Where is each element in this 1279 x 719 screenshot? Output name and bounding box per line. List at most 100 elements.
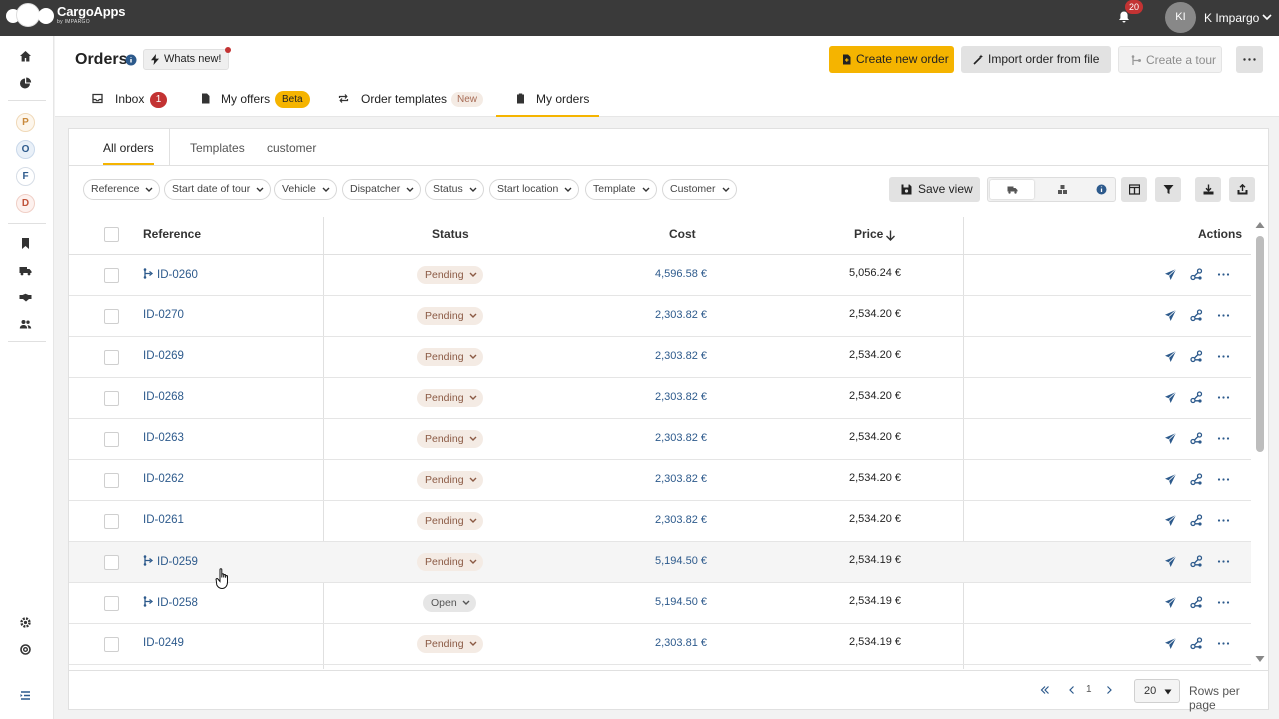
table-row[interactable]: ID-0249 Pending 2,303.81 € 2,534.19 € [69,624,1251,665]
table-row[interactable]: ID-0262 Pending 2,303.82 € 2,534.20 € [69,460,1251,501]
status-dropdown[interactable]: Pending [417,389,483,407]
ellipsis-icon[interactable] [1217,391,1230,404]
cargoapps-logo[interactable] [6,3,54,27]
info-view-button[interactable] [1090,180,1114,199]
pie-chart-icon[interactable] [19,77,32,90]
share-icon[interactable] [1190,555,1203,568]
filter-button[interactable] [1155,177,1181,202]
handshake-icon[interactable] [19,291,32,304]
share-icon[interactable] [1190,637,1203,650]
status-dropdown[interactable]: Pending [417,430,483,448]
share-icon[interactable] [1190,596,1203,609]
chevron-down-icon[interactable] [1262,12,1272,22]
status-dropdown[interactable]: Open [423,594,476,612]
sort-descending-icon[interactable] [885,230,896,241]
filter-status[interactable]: Status [425,179,484,200]
table-row[interactable]: ID-0261 Pending 2,303.82 € 2,534.20 € [69,501,1251,542]
rows-per-page-select[interactable]: 20 [1134,679,1180,703]
cost-link[interactable]: 5,194.50 € [655,555,707,567]
row-checkbox[interactable] [104,514,119,529]
send-icon[interactable] [1164,432,1177,445]
table-row[interactable]: ID-0269 Pending 2,303.82 € 2,534.20 € [69,337,1251,378]
filter-start-date[interactable]: Start date of tour [164,179,272,200]
current-page[interactable]: 1 [1086,684,1092,695]
sidebar-item-f[interactable]: F [16,167,35,186]
gear-icon[interactable] [19,616,32,629]
next-page-icon[interactable] [1104,685,1114,695]
row-checkbox[interactable] [104,268,119,283]
ellipsis-icon[interactable] [1217,637,1230,650]
status-dropdown[interactable]: Pending [417,553,483,571]
order-reference-link[interactable]: ID-0260 [143,268,198,281]
filter-start-location[interactable]: Start location [489,179,580,200]
tab-my-offers[interactable]: My offers Beta [200,88,315,117]
sidebar-item-d[interactable]: D [16,194,35,213]
filter-template[interactable]: Template [585,179,657,200]
row-checkbox[interactable] [104,391,119,406]
tab-order-templates[interactable]: Order templates New [338,88,488,117]
ellipsis-icon[interactable] [1217,309,1230,322]
status-dropdown[interactable]: Pending [417,635,483,653]
table-row[interactable]: ID-0268 Pending 2,303.82 € 2,534.20 € [69,378,1251,419]
users-icon[interactable] [19,318,32,331]
column-price[interactable]: Price [854,217,883,254]
order-reference-link[interactable]: ID-0261 [143,514,184,526]
cost-link[interactable]: 2,303.82 € [655,432,707,444]
import-order-button[interactable]: Import order from file [961,46,1111,73]
share-icon[interactable] [1190,514,1203,527]
ellipsis-icon[interactable] [1217,555,1230,568]
send-icon[interactable] [1164,391,1177,404]
share-icon[interactable] [1190,391,1203,404]
table-row[interactable]: ID-0260 Pending 4,596.58 € 5,056.24 € [69,255,1251,296]
row-checkbox[interactable] [104,432,119,447]
column-status[interactable]: Status [432,217,469,254]
subtab-templates[interactable]: Templates [190,129,245,165]
first-page-icon[interactable] [1040,685,1050,695]
order-reference-link[interactable]: ID-0268 [143,391,184,403]
filter-reference[interactable]: Reference [83,179,161,200]
support-icon[interactable] [19,643,32,656]
send-icon[interactable] [1164,637,1177,650]
send-icon[interactable] [1164,514,1177,527]
status-dropdown[interactable]: Pending [417,266,483,284]
cost-link[interactable]: 5,194.50 € [655,596,707,608]
tab-inbox[interactable]: Inbox 1 [92,88,172,117]
cost-link[interactable]: 2,303.82 € [655,473,707,485]
row-checkbox[interactable] [104,637,119,652]
sidebar-item-o[interactable]: O [16,140,35,159]
collapse-sidebar-icon[interactable] [19,689,32,702]
row-checkbox[interactable] [104,596,119,611]
column-reference[interactable]: Reference [143,217,201,254]
scroll-up-icon[interactable] [1255,221,1265,229]
send-icon[interactable] [1164,596,1177,609]
row-checkbox[interactable] [104,473,119,488]
upload-button[interactable] [1229,177,1255,202]
table-row[interactable]: ID-0259 Pending 5,194.50 € 2,534.19 € [69,542,1251,583]
table-row[interactable]: ID-0263 Pending 2,303.82 € 2,534.20 € [69,419,1251,460]
subtab-customer[interactable]: customer [267,129,316,165]
save-view-button[interactable]: Save view [889,177,980,202]
order-reference-link[interactable]: ID-0263 [143,432,184,444]
order-reference-link[interactable]: ID-0258 [143,596,198,609]
order-reference-link[interactable]: ID-0270 [143,309,184,321]
ellipsis-icon[interactable] [1217,350,1230,363]
truck-icon[interactable] [19,264,32,277]
order-reference-link[interactable]: ID-0269 [143,350,184,362]
scroll-down-icon[interactable] [1255,655,1265,663]
truck-view-button[interactable] [990,180,1034,199]
select-all-checkbox[interactable] [104,227,119,242]
cost-link[interactable]: 4,596.58 € [655,268,707,280]
ellipsis-icon[interactable] [1217,596,1230,609]
table-row[interactable]: ID-0270 Pending 2,303.82 € 2,534.20 € [69,296,1251,337]
order-reference-link[interactable]: ID-0259 [143,555,198,568]
row-checkbox[interactable] [104,555,119,570]
create-tour-button[interactable]: Create a tour [1118,46,1222,73]
filter-vehicle[interactable]: Vehicle [274,179,337,200]
filter-customer[interactable]: Customer [662,179,737,200]
cargo-view-button[interactable] [1040,180,1084,199]
download-button[interactable] [1195,177,1221,202]
user-avatar[interactable]: KI [1165,2,1196,33]
send-icon[interactable] [1164,309,1177,322]
cost-link[interactable]: 2,303.82 € [655,514,707,526]
share-icon[interactable] [1190,473,1203,486]
